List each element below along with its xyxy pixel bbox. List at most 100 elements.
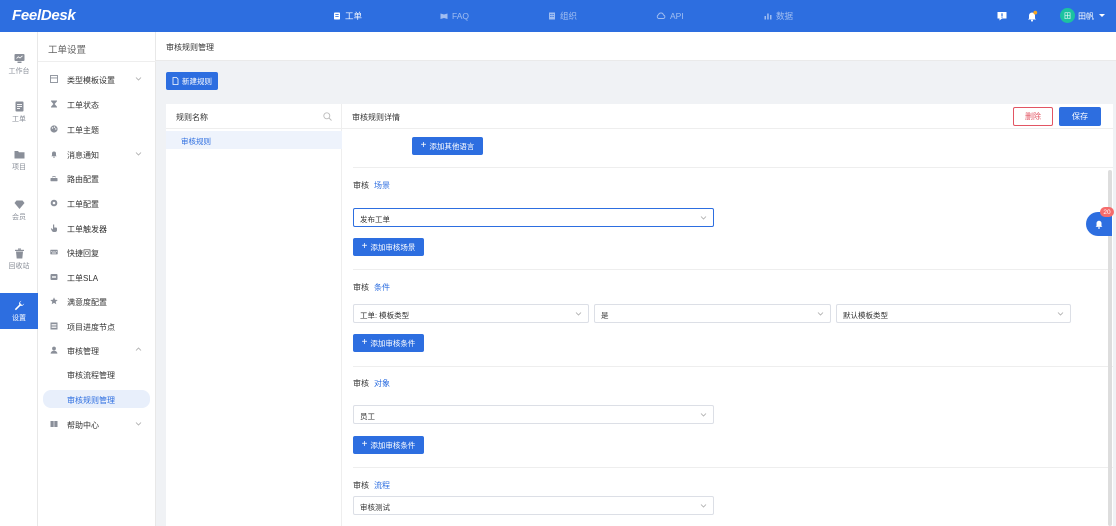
sidebar-item-review-management[interactable]: 审核管理 — [38, 340, 156, 360]
pointer-icon — [50, 224, 57, 232]
section-label-text: 审核 — [353, 283, 369, 292]
rail-item-project[interactable]: 项目 — [0, 142, 38, 178]
sidebar-item-label: 工单触发器 — [67, 225, 107, 234]
rail-item-label: 工单 — [12, 115, 26, 123]
sidebar-item-label: 工单配置 — [67, 200, 99, 209]
list-item[interactable]: 审核规则 — [166, 131, 342, 149]
save-button[interactable]: 保存 — [1059, 107, 1101, 126]
sidebar-item-label: 帮助中心 — [67, 421, 99, 430]
rail-item-label: 设置 — [12, 314, 26, 322]
section-label-accent: 流程 — [374, 481, 390, 490]
target-select[interactable]: 员工 — [353, 405, 714, 424]
plus-icon: + — [361, 241, 368, 252]
sidebar-item-ticket-config[interactable]: 工单配置 — [38, 193, 156, 213]
add-language-button[interactable]: + 添加其他语言 — [412, 137, 483, 155]
nav-tab-ticket[interactable]: 工单 — [333, 10, 362, 22]
document-icon — [15, 101, 23, 111]
app-logo[interactable]: FeelDesk — [12, 7, 76, 24]
sidebar-item-ticket-status[interactable]: 工单状态 — [38, 94, 156, 114]
rail-item-label: 工作台 — [8, 67, 30, 75]
notification-count-badge: 20 — [1100, 207, 1114, 217]
avatar[interactable]: 田 — [1060, 8, 1075, 23]
nav-tab-api[interactable]: API — [656, 10, 684, 22]
add-review-scene-button[interactable]: + 添加审核场景 — [353, 238, 424, 256]
sidebar-item-ticket-trigger[interactable]: 工单触发器 — [38, 218, 156, 238]
chart-icon — [764, 13, 772, 20]
sidebar-divider — [38, 61, 156, 62]
nav-tab-faq[interactable]: FAQ — [440, 10, 469, 22]
building-icon — [549, 12, 555, 20]
rail-item-recycle-bin[interactable]: 回收站 — [0, 241, 38, 277]
username[interactable]: 田帆 — [1078, 11, 1094, 22]
rule-detail-title: 审核规则详情 — [352, 113, 400, 122]
sidebar-subitem-review-rule-management[interactable]: 审核规则管理 — [43, 390, 150, 408]
sidebar-item-label: 项目进度节点 — [67, 323, 115, 332]
sidebar-item-label: 满意度配置 — [67, 298, 107, 307]
new-document-icon — [172, 77, 179, 85]
sidebar-item-project-progress-node[interactable]: 项目进度节点 — [38, 316, 156, 336]
condition-operator-select[interactable]: 是 — [594, 304, 831, 323]
rule-item-label: 审核规则 — [181, 137, 211, 146]
sidebar-item-template-settings[interactable]: 类型模板设置 — [38, 69, 156, 89]
sidebar-item-label: 类型模板设置 — [67, 76, 115, 85]
bell-notification-icon[interactable] — [1026, 10, 1038, 22]
rail-item-ticket[interactable]: 工单 — [0, 94, 38, 130]
sidebar-item-label: 工单SLA — [67, 274, 99, 283]
page-title: 审核规则管理 — [166, 43, 214, 52]
scene-select[interactable]: 发布工单 — [353, 208, 714, 227]
sidebar-item-satisfaction-config[interactable]: 满意度配置 — [38, 291, 156, 311]
section-label-target: 审核 对象 — [353, 378, 390, 389]
nav-tab-label: 组织 — [560, 11, 578, 21]
add-review-condition-button[interactable]: + 添加审核条件 — [353, 334, 424, 352]
list-icon — [50, 322, 58, 330]
nav-tab-data[interactable]: 数据 — [764, 10, 793, 22]
section-label-scene: 审核 场景 — [353, 180, 390, 191]
nav-tab-label: API — [670, 11, 684, 21]
section-label-accent: 场景 — [374, 181, 390, 190]
sidebar-item-message-notification[interactable]: 消息通知 — [38, 144, 156, 164]
bell-icon — [51, 151, 57, 158]
sidebar-item-quick-reply[interactable]: 快捷回复 — [38, 242, 156, 262]
trash-icon — [14, 248, 24, 258]
section-divider — [353, 167, 1113, 168]
sidebar-item-ticket-theme[interactable]: 工单主题 — [38, 119, 156, 139]
sidebar-item-routing-config[interactable]: 路由配置 — [38, 168, 156, 188]
ticket-icon — [334, 12, 340, 20]
plus-icon: + — [361, 439, 368, 450]
sidebar-item-ticket-sla[interactable]: 工单SLA — [38, 267, 156, 287]
sidebar-subitem-review-flow-management[interactable]: 审核流程管理 — [43, 365, 150, 383]
sidebar-item-label: 路由配置 — [67, 175, 99, 184]
delete-button[interactable]: 删除 — [1013, 107, 1053, 126]
cloud-icon — [656, 12, 666, 19]
sidebar-item-label: 消息通知 — [67, 151, 99, 160]
rule-detail-panel: 审核规则详情 删除 保存 + 添加其他语言 审核 场景 发布工单 + 添加审核场景… — [342, 104, 1113, 526]
star-icon — [50, 297, 58, 305]
rule-detail-header: 审核规则详情 删除 保存 — [342, 104, 1113, 129]
nav-tab-label: 数据 — [776, 11, 794, 21]
condition-target-select[interactable]: 默认模板类型 — [836, 304, 1071, 323]
section-divider — [353, 366, 1113, 367]
section-label-accent: 条件 — [374, 283, 390, 292]
help-book-icon — [50, 421, 58, 427]
nav-tab-organization[interactable]: 组织 — [548, 10, 577, 22]
keyboard-icon — [50, 249, 58, 255]
section-label-text: 审核 — [353, 379, 369, 388]
chevron-up-icon — [135, 347, 142, 351]
new-rule-button[interactable]: 新建规则 — [166, 72, 218, 90]
condition-target-value: 默认模板类型 — [843, 311, 888, 320]
flow-select[interactable]: 审核测试 — [353, 496, 714, 515]
shield-icon — [50, 274, 58, 280]
sidebar-subitem-label: 审核规则管理 — [67, 396, 115, 405]
search-icon[interactable] — [323, 112, 332, 121]
add-review-target-button[interactable]: + 添加审核条件 — [353, 436, 424, 454]
condition-field-select[interactable]: 工单: 模板类型 — [353, 304, 589, 323]
chevron-down-icon — [575, 312, 582, 316]
caret-down-icon[interactable] — [1099, 14, 1105, 17]
sidebar-item-help-center[interactable]: 帮助中心 — [38, 414, 156, 434]
rail-item-member[interactable]: 会员 — [0, 192, 38, 228]
section-divider — [353, 467, 1113, 468]
section-label-flow: 审核 流程 — [353, 480, 390, 491]
rail-item-settings[interactable]: 设置 — [0, 293, 38, 329]
rail-item-workbench[interactable]: 工作台 — [0, 46, 38, 82]
message-icon[interactable] — [996, 10, 1008, 22]
